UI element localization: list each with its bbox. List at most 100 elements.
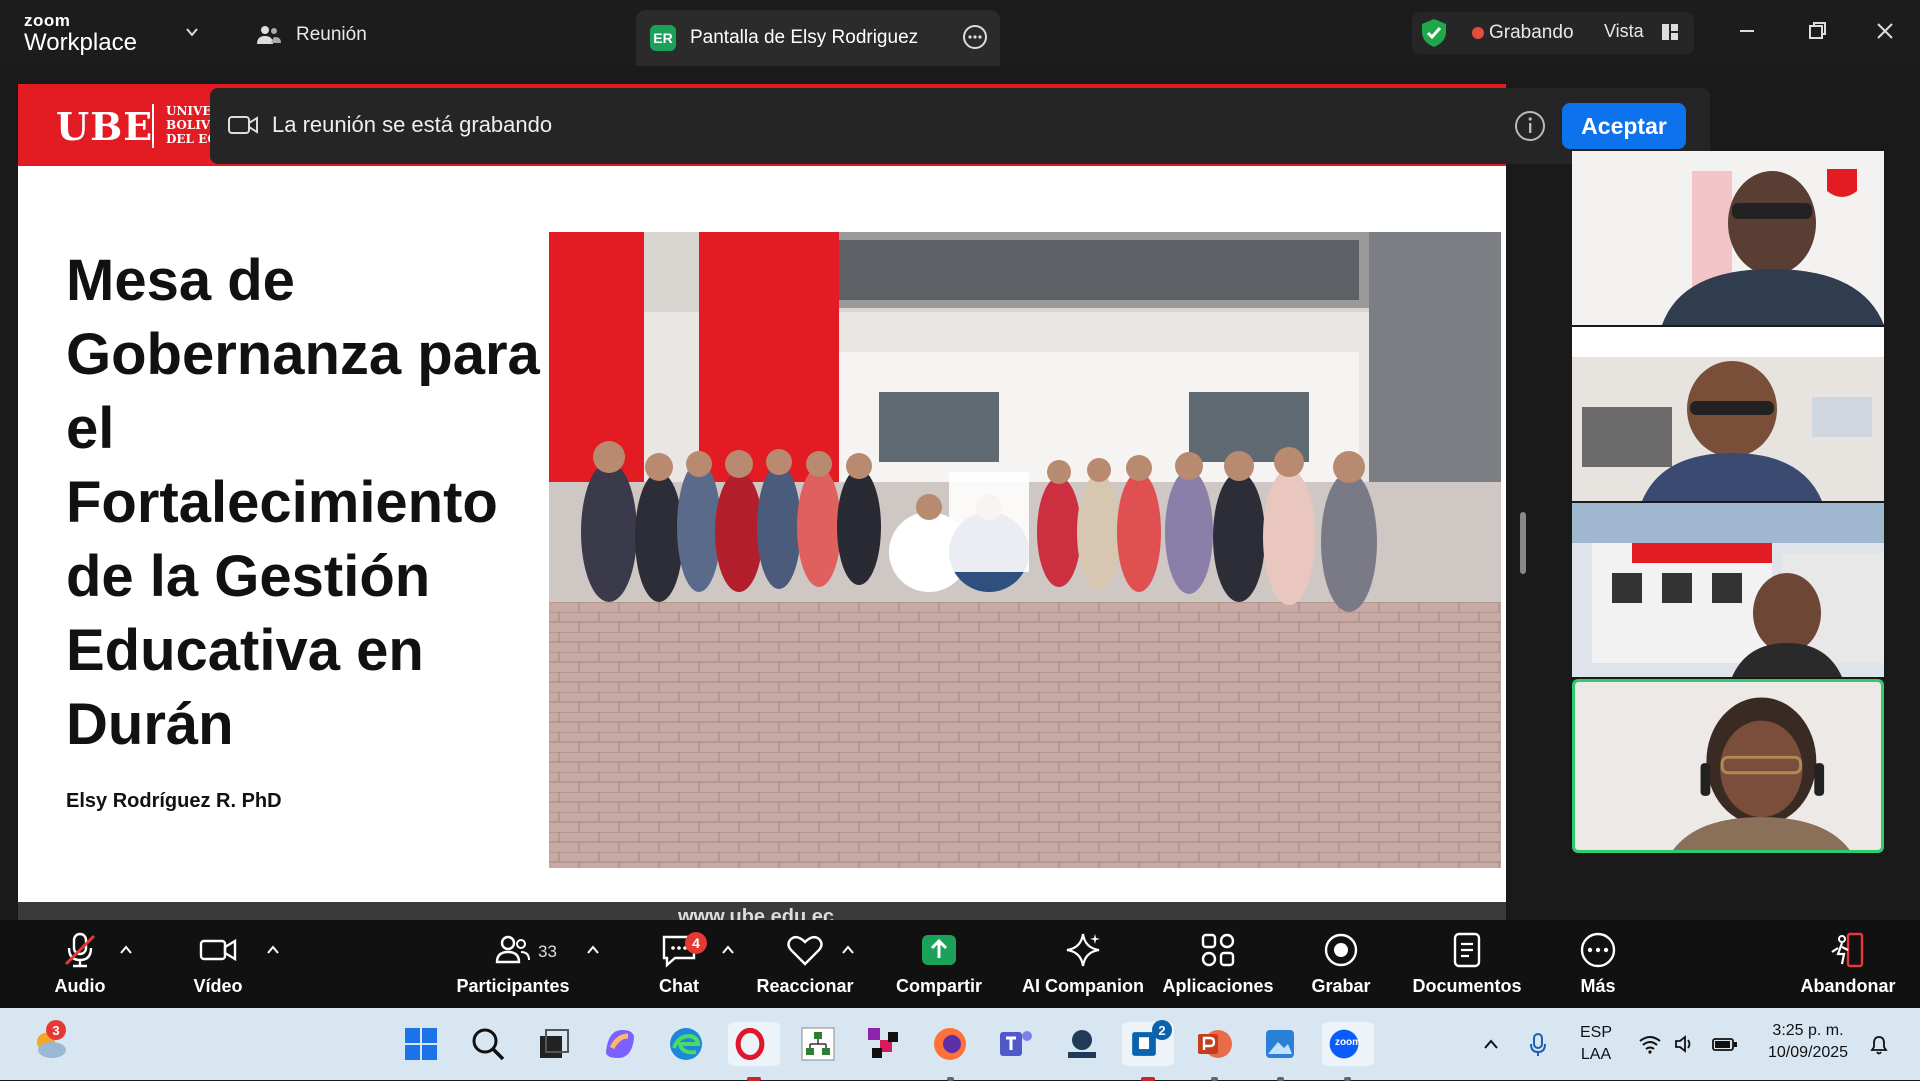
- chevron-up-icon[interactable]: [118, 942, 134, 958]
- close-icon[interactable]: [1870, 16, 1900, 46]
- tab-screen-share[interactable]: ER Pantalla de Elsy Rodriguez: [636, 10, 1000, 66]
- slide-url: www.ube.edu.ec: [678, 906, 834, 920]
- pixel-app[interactable]: [862, 1022, 906, 1066]
- task-view-icon: [540, 1029, 569, 1058]
- recording-label[interactable]: Grabando: [1489, 22, 1574, 44]
- participant-tile[interactable]: [1572, 327, 1884, 501]
- share-screen-button[interactable]: Compartir: [896, 930, 982, 1004]
- title-bar: zoom Workplace Reunión ER Pantalla de El…: [0, 0, 1920, 66]
- recording-notice-text: La reunión se está grabando: [272, 112, 553, 137]
- weather-badge: 3: [46, 1020, 66, 1040]
- battery-icon[interactable]: [1712, 1034, 1738, 1054]
- logo-divider: [152, 104, 154, 148]
- microphone-icon[interactable]: [1528, 1032, 1548, 1058]
- chevron-up-icon[interactable]: [265, 942, 281, 958]
- firefox-app[interactable]: [928, 1022, 972, 1081]
- org-chart-icon: [801, 1027, 835, 1061]
- react-button[interactable]: Reaccionar: [756, 930, 854, 1004]
- share-label: Compartir: [896, 976, 983, 996]
- chevron-up-icon[interactable]: [1482, 1036, 1500, 1054]
- windows-taskbar: 3 2 zoom ESP LAA 3:25 p. m. 10/09/2025: [0, 1008, 1920, 1081]
- teams-app[interactable]: [994, 1022, 1038, 1066]
- chat-unread-badge: 4: [685, 932, 707, 954]
- chevron-up-icon[interactable]: [840, 942, 856, 958]
- opera-app[interactable]: [728, 1022, 780, 1081]
- brand-top: zoom: [24, 11, 71, 30]
- photos-icon: [1266, 1030, 1294, 1058]
- recording-status-group: Grabando Vista: [1412, 12, 1694, 54]
- input-language[interactable]: ESP LAA: [1568, 1022, 1624, 1066]
- view-button[interactable]: Vista: [1604, 21, 1644, 42]
- recording-notice: La reunión se está grabando Aceptar: [210, 88, 1710, 164]
- more-label: Más: [1580, 976, 1616, 996]
- chevron-down-icon[interactable]: [184, 24, 200, 40]
- tab-share-label: Pantalla de Elsy Rodriguez: [690, 27, 919, 48]
- more-button[interactable]: Más: [1578, 930, 1618, 1004]
- microphone-muted-icon: [64, 932, 96, 968]
- firefox-icon: [934, 1028, 966, 1060]
- clock-time: 3:25 p. m.: [1772, 1022, 1844, 1039]
- video-button[interactable]: Vídeo: [190, 930, 246, 1004]
- grid-view-icon[interactable]: [1660, 22, 1680, 42]
- opera-icon: [735, 1027, 765, 1061]
- apps-button[interactable]: Aplicaciones: [1162, 930, 1274, 1004]
- video-camera-icon: [199, 938, 237, 962]
- shared-screen-area: UBE UNIVE BOLIV DEL EC Mesa de Gobernanz…: [0, 66, 1920, 920]
- apps-label: Aplicaciones: [1162, 976, 1274, 996]
- chevron-up-icon[interactable]: [585, 942, 601, 958]
- search-icon: [472, 1028, 505, 1061]
- record-icon: [1324, 933, 1358, 967]
- wifi-icon[interactable]: [1638, 1034, 1662, 1054]
- apps-grid-icon: [1201, 933, 1235, 967]
- chat-label: Chat: [659, 976, 699, 996]
- zoom-brand: zoom Workplace: [24, 12, 137, 55]
- security-shield-icon[interactable]: [1420, 18, 1448, 48]
- react-label: Reaccionar: [756, 976, 854, 996]
- documents-button[interactable]: Documentos: [1413, 930, 1522, 1004]
- group-photo: [549, 232, 1501, 868]
- brand-bottom: Workplace: [24, 29, 137, 56]
- chevron-up-icon[interactable]: [720, 942, 736, 958]
- notification-bell-icon[interactable]: [1868, 1034, 1890, 1056]
- start-button[interactable]: [399, 1022, 443, 1066]
- task-view-button[interactable]: [532, 1022, 576, 1066]
- volume-icon[interactable]: [1674, 1034, 1696, 1054]
- org-chart-app[interactable]: [796, 1022, 840, 1066]
- presentation-slide: UBE UNIVE BOLIV DEL EC Mesa de Gobernanz…: [18, 84, 1506, 920]
- audio-label: Audio: [54, 976, 106, 996]
- restore-icon[interactable]: [1802, 16, 1832, 46]
- minimize-icon[interactable]: [1732, 16, 1762, 46]
- ai-companion-button[interactable]: AI Companion: [1022, 930, 1144, 1004]
- share-arrow-icon: [922, 935, 956, 965]
- active-speaker-tile[interactable]: [1572, 679, 1884, 853]
- zoom-app[interactable]: zoom: [1322, 1022, 1374, 1081]
- photos-app[interactable]: [1258, 1022, 1302, 1081]
- split-resize-handle[interactable]: [1520, 512, 1526, 574]
- more-dots-icon: [1580, 932, 1616, 968]
- edge-app[interactable]: [664, 1022, 708, 1066]
- powerpoint-app[interactable]: [1192, 1022, 1236, 1081]
- pixel-art-icon: [868, 1028, 898, 1058]
- copilot-icon: [606, 1030, 634, 1058]
- participant-tile[interactable]: [1572, 503, 1884, 677]
- info-icon[interactable]: [1514, 110, 1546, 142]
- audio-button[interactable]: Audio: [52, 930, 108, 1004]
- recording-dot-icon: [1472, 27, 1484, 39]
- leave-label: Abandonar: [1800, 976, 1896, 996]
- participant-gallery: [1572, 151, 1884, 855]
- accept-button[interactable]: Aceptar: [1562, 103, 1686, 149]
- search-button[interactable]: [466, 1022, 510, 1066]
- participant-tile[interactable]: [1572, 151, 1884, 325]
- record-button[interactable]: Grabar: [1311, 930, 1371, 1004]
- more-options-icon[interactable]: [962, 24, 988, 50]
- clock-date: 10/09/2025: [1767, 1044, 1849, 1061]
- summit-app[interactable]: [1060, 1022, 1104, 1066]
- leave-button[interactable]: Abandonar: [1800, 930, 1896, 1004]
- lang-top: ESP: [1579, 1024, 1612, 1041]
- lang-bottom: LAA: [1580, 1046, 1612, 1063]
- powerpoint-icon: [1198, 1030, 1232, 1058]
- copilot-app[interactable]: [598, 1022, 642, 1066]
- tab-meeting[interactable]: Reunión: [256, 20, 367, 50]
- participants-icon: [495, 935, 530, 964]
- system-clock[interactable]: 3:25 p. m. 10/09/2025: [1756, 1020, 1860, 1064]
